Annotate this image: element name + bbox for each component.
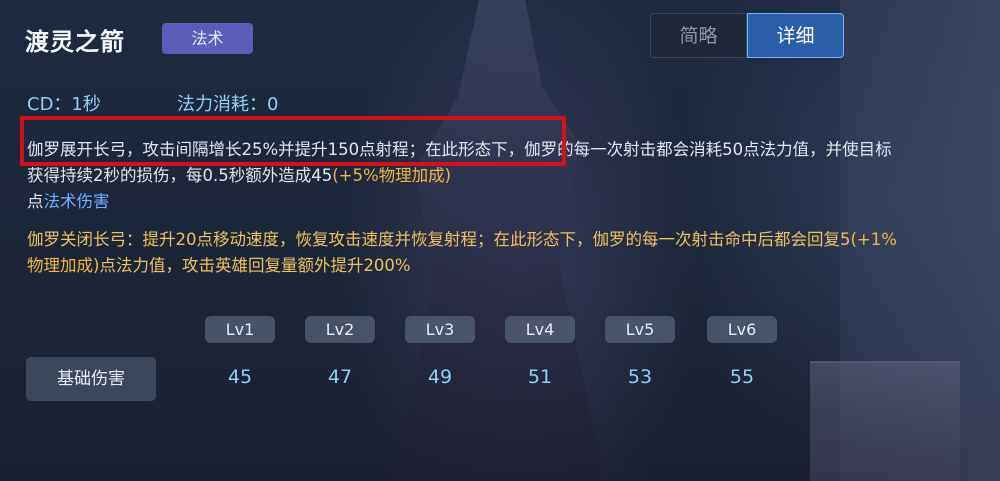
red-highlight-box bbox=[20, 116, 566, 166]
level-header-6: Lv6 bbox=[707, 316, 777, 343]
view-mode-tabs: 简略 详细 bbox=[650, 13, 845, 58]
description-paragraph-close-bow: 伽罗关闭长弓：提升20点移动速度，恢复攻击速度并恢复射程；在此形态下，伽罗的每一… bbox=[27, 227, 907, 279]
description-text: 点 bbox=[27, 192, 44, 211]
description-text: 点法力值，攻击英雄回复量额外提升200% bbox=[99, 256, 411, 275]
tab-detail[interactable]: 详细 bbox=[747, 13, 844, 58]
base-damage-value-1: 45 bbox=[227, 366, 253, 388]
level-header-2: Lv2 bbox=[305, 316, 375, 343]
level-header-1: Lv1 bbox=[205, 316, 275, 343]
base-damage-value-4: 51 bbox=[527, 366, 553, 388]
level-header-4: Lv4 bbox=[505, 316, 575, 343]
base-damage-label: 基础伤害 bbox=[26, 357, 156, 401]
skill-name: 渡灵之箭 bbox=[25, 28, 125, 56]
description-text: 伽罗关闭长弓：提升20点移动速度，恢复攻击速度并恢复射程；在此形态下，伽罗的每一… bbox=[27, 230, 851, 249]
magic-damage-label: 法术伤害 bbox=[43, 192, 110, 211]
physical-ratio: (+5%物理加成) bbox=[332, 166, 452, 185]
level-header-3: Lv3 bbox=[405, 316, 475, 343]
base-damage-value-2: 47 bbox=[327, 366, 353, 388]
base-damage-value-3: 49 bbox=[427, 366, 453, 388]
level-header-5: Lv5 bbox=[605, 316, 675, 343]
mana-cost-stat: 法力消耗：0 bbox=[177, 94, 279, 115]
base-damage-value-5: 53 bbox=[627, 366, 653, 388]
skill-detail-panel: 渡灵之箭 法术 简略 详细 CD：1秒 法力消耗：0 伽罗展开长弓，攻击间隔增长… bbox=[0, 0, 1000, 481]
skill-type-tag: 法术 bbox=[162, 23, 253, 54]
tab-brief[interactable]: 简略 bbox=[650, 13, 747, 58]
cooldown-stat: CD：1秒 bbox=[27, 94, 101, 115]
base-damage-value-6: 55 bbox=[729, 366, 755, 388]
